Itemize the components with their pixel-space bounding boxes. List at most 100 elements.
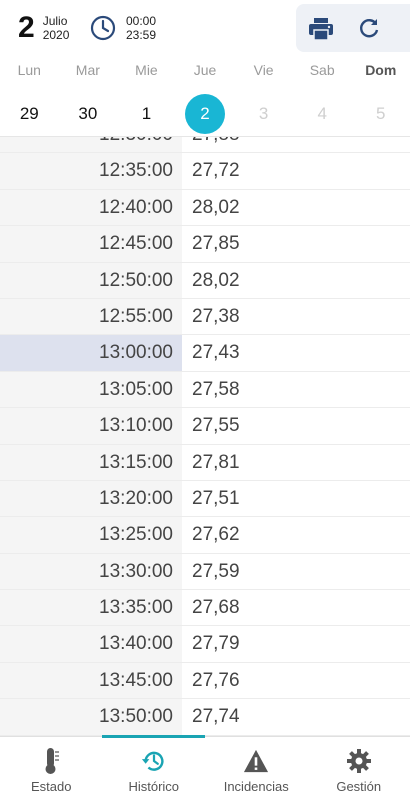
row-time: 13:00:00 <box>0 335 182 371</box>
day-button-selected[interactable]: 2 <box>176 92 235 136</box>
table-row-selected[interactable]: 13:00:00 27,43 <box>0 335 410 372</box>
table-row[interactable]: 12:30:0027,88 <box>0 137 410 154</box>
table-row[interactable]: 13:45:00 27,76 <box>0 662 410 700</box>
row-time: 13:45:00 <box>0 662 182 699</box>
time-range-selector[interactable]: 00:00 23:59 <box>90 14 156 42</box>
day-button[interactable]: 29 <box>0 92 59 136</box>
table-row[interactable]: 12:50:00 28,02 <box>0 262 410 299</box>
row-time: 13:35:00 <box>0 590 182 626</box>
row-value: 27,68 <box>192 597 240 619</box>
row-time: 13:15:00 <box>0 444 182 480</box>
month-label: Julio <box>42 14 68 28</box>
row-value: 27,58 <box>192 378 240 400</box>
row-time: 13:40:00 <box>0 626 182 662</box>
day-label: 3 <box>258 104 269 123</box>
clock-icon <box>90 15 116 41</box>
history-icon <box>141 747 167 775</box>
day-label: 29 <box>19 104 39 123</box>
row-value: 27,72 <box>192 160 240 182</box>
table-row[interactable]: 13:10:00 27,55 <box>0 408 410 445</box>
print-button[interactable] <box>308 16 334 42</box>
tab-label: Incidencias <box>223 779 289 794</box>
time-start: 00:00 <box>126 14 157 28</box>
table-row[interactable]: 13:30:00 27,59 <box>0 553 410 591</box>
day-label: 4 <box>317 104 327 123</box>
print-icon <box>309 18 333 41</box>
weekday-name: Mie <box>135 62 158 78</box>
weekday-names: Lun Mar Mie Jue Vie Sab Dom <box>0 62 410 86</box>
action-box <box>296 4 410 52</box>
bottom-tab-bar: Estado Histórico Incidencias Gestión <box>0 735 410 800</box>
table-row[interactable]: 13:20:00 27,51 <box>0 480 410 518</box>
weekday-name: Vie <box>253 62 274 78</box>
day-button[interactable]: 30 <box>59 92 118 136</box>
table-row[interactable]: 13:15:00 27,81 <box>0 444 410 481</box>
refresh-icon <box>360 19 379 38</box>
row-value: 27,62 <box>192 524 240 546</box>
row-time: 12:35:00 <box>0 153 182 189</box>
tab-incidencias[interactable]: Incidencias <box>205 737 308 800</box>
day-button-disabled: 3 <box>234 92 293 136</box>
table-row[interactable]: 13:35:00 27,68 <box>0 590 410 627</box>
row-time: 12:40:00 <box>0 189 182 226</box>
time-range: 00:00 23:59 <box>126 14 156 42</box>
time-end: 23:59 <box>126 28 157 42</box>
tab-label: Histórico <box>128 779 180 794</box>
day-button-disabled: 4 <box>293 92 352 136</box>
row-time: 12:50:00 <box>0 262 182 298</box>
row-value: 27,59 <box>192 560 240 582</box>
row-time: 12:55:00 <box>0 298 182 335</box>
row-value: 27,51 <box>192 487 240 509</box>
weekday-name: Lun <box>17 62 41 78</box>
table-row[interactable]: 12:45:00 27,85 <box>0 226 410 263</box>
day-label: 5 <box>376 104 386 123</box>
row-value: 27,38 <box>192 305 240 327</box>
refresh-button[interactable] <box>356 16 382 42</box>
table-row[interactable]: 13:50:00 27,74 <box>0 699 410 736</box>
tab-label: Estado <box>31 779 72 794</box>
table-row[interactable]: 13:25:00 27,62 <box>0 517 410 554</box>
weekday-name: Jue <box>193 62 217 78</box>
readings-list-inner: 12:30:0027,8812:35:0027,7212:40:0028,021… <box>0 137 410 736</box>
day-label: 1 <box>141 104 152 123</box>
readings-list[interactable]: 12:30:0027,8812:35:0027,7212:40:0028,021… <box>0 136 410 736</box>
row-value: 27,55 <box>192 415 240 437</box>
row-time: 13:05:00 <box>0 371 182 408</box>
month-year: Julio 2020 <box>43 14 70 42</box>
day-button[interactable]: 1 <box>117 92 176 136</box>
weekday-name: Mar <box>75 62 100 78</box>
active-tab-indicator <box>102 735 205 738</box>
row-time: 13:10:00 <box>0 408 182 444</box>
gear-icon <box>346 747 372 775</box>
day-label: 2 <box>185 94 226 134</box>
day-number: 2 <box>18 11 35 44</box>
tab-gestion[interactable]: Gestión <box>308 737 410 800</box>
row-value: 27,88 <box>182 137 410 152</box>
row-value: 27,76 <box>192 669 240 691</box>
warning-icon <box>243 747 269 775</box>
row-time: 13:25:00 <box>0 517 182 553</box>
day-label: 30 <box>78 104 98 123</box>
row-time: 13:50:00 <box>0 699 182 735</box>
weekday-name: Sab <box>309 62 335 78</box>
row-value: 28,02 <box>192 196 240 218</box>
table-row[interactable]: 13:40:00 27,79 <box>0 626 410 663</box>
row-time: 13:20:00 <box>0 480 182 517</box>
year-label: 2020 <box>42 28 70 42</box>
table-row[interactable]: 12:55:00 27,38 <box>0 298 410 336</box>
table-row[interactable]: 12:40:00 28,02 <box>0 189 410 227</box>
day-button-disabled: 5 <box>351 92 410 136</box>
row-time: 13:30:00 <box>0 553 182 590</box>
tab-historico[interactable]: Histórico <box>103 737 206 800</box>
row-value: 27,43 <box>192 342 240 364</box>
row-value: 27,85 <box>192 233 240 255</box>
row-time: 12:30:00 <box>0 137 182 153</box>
date-display[interactable]: 2 Julio 2020 <box>18 12 69 44</box>
thermometer-icon <box>38 747 64 775</box>
table-row[interactable]: 13:05:00 27,58 <box>0 371 410 409</box>
tab-label: Gestión <box>336 779 382 794</box>
row-value: 27,79 <box>192 633 240 655</box>
tab-estado[interactable]: Estado <box>0 737 103 800</box>
table-row[interactable]: 12:35:00 27,72 <box>0 153 410 190</box>
weekday-name-sunday: Dom <box>365 62 397 78</box>
